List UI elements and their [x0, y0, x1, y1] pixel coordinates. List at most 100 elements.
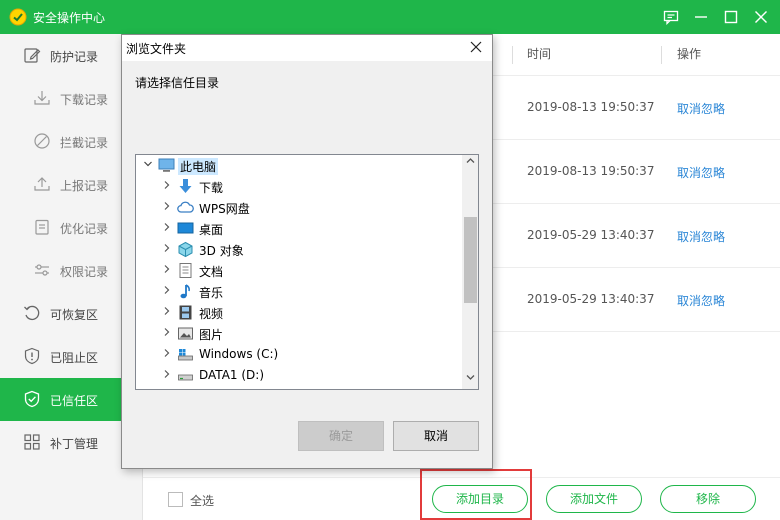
sliders-icon: [35, 264, 49, 276]
tree-item-label: 文档: [199, 265, 224, 279]
tree-item-drive-c[interactable]: Windows (C:): [136, 344, 462, 365]
chevron-right-icon[interactable]: [162, 369, 172, 381]
browse-folder-dialog: 浏览文件夹 请选择信任目录 此电脑 下载 WPS网盘 桌面 3D 对象 文档 音…: [121, 34, 493, 469]
tree-item-label: 下载: [199, 181, 224, 195]
chevron-down-icon[interactable]: [143, 159, 153, 171]
tree-item-drive-d[interactable]: DATA1 (D:): [136, 365, 462, 386]
row-time: 2019-08-13 19:50:37: [527, 164, 655, 178]
download-icon: [34, 91, 50, 105]
tree-item-desktop[interactable]: 桌面: [136, 218, 462, 239]
tree-item-label: WPS网盘: [199, 202, 250, 216]
picture-icon: [178, 327, 193, 340]
sidebar-item-label: 补丁管理: [50, 437, 99, 451]
sidebar-item-label: 下载记录: [60, 93, 109, 107]
chevron-right-icon[interactable]: [162, 201, 172, 213]
sidebar-item-label: 防护记录: [50, 50, 99, 64]
select-all-label[interactable]: 全选: [190, 492, 214, 509]
cancel-ignore-link[interactable]: 取消忽略: [677, 100, 725, 117]
sidebar-item-label: 优化记录: [60, 222, 109, 236]
maximize-button[interactable]: [721, 7, 741, 27]
drive-icon: [178, 374, 193, 381]
folder-tree: 此电脑 下载 WPS网盘 桌面 3D 对象 文档 音乐 视频 图片 Window…: [135, 154, 479, 390]
highlight-annotation: [420, 469, 532, 520]
sidebar-item-label: 拦截记录: [60, 136, 109, 150]
tree-item-label: 图片: [199, 328, 224, 342]
column-header-action: 操作: [677, 47, 702, 61]
column-divider: [512, 46, 513, 64]
edit-icon: [24, 48, 41, 63]
tree-item-downloads[interactable]: 下载: [136, 176, 462, 197]
restore-icon: [24, 305, 40, 321]
sidebar-item-label: 已阻止区: [50, 351, 99, 365]
cancel-button[interactable]: 取消: [393, 421, 479, 451]
tree-item-label: 桌面: [199, 223, 224, 237]
windows-drive-icon: [178, 349, 193, 361]
video-icon: [179, 305, 192, 320]
desktop-icon: [177, 222, 194, 234]
select-all-checkbox[interactable]: [168, 492, 183, 507]
chevron-right-icon[interactable]: [162, 285, 172, 297]
shield-alert-icon: [24, 347, 40, 365]
tree-item-documents[interactable]: 文档: [136, 260, 462, 281]
document-icon: [179, 263, 192, 278]
title-bar: 安全操作中心: [0, 0, 780, 34]
shield-check-icon: [24, 390, 40, 408]
chevron-right-icon[interactable]: [162, 306, 172, 318]
tree-item-label: 此电脑: [178, 158, 219, 175]
clipboard-icon: [35, 219, 49, 235]
tree-item-videos[interactable]: 视频: [136, 302, 462, 323]
column-divider: [661, 46, 662, 64]
dialog-prompt: 请选择信任目录: [135, 76, 220, 90]
sidebar-item-label: 可恢复区: [50, 308, 99, 322]
app-logo-icon: [9, 8, 27, 26]
music-icon: [180, 284, 190, 299]
chevron-right-icon[interactable]: [162, 243, 172, 255]
dialog-close-button[interactable]: [464, 37, 488, 59]
cloud-icon: [177, 201, 194, 213]
computer-icon: [158, 158, 175, 172]
row-time: 2019-05-29 13:40:37: [527, 228, 655, 242]
app-title: 安全操作中心: [33, 11, 106, 25]
cancel-ignore-link[interactable]: 取消忽略: [677, 292, 725, 309]
tree-item-label: 音乐: [199, 286, 224, 300]
tree-item-3d-objects[interactable]: 3D 对象: [136, 239, 462, 260]
download-folder-icon: [179, 179, 192, 193]
tree-item-label: 视频: [199, 307, 224, 321]
minimize-button[interactable]: [691, 7, 711, 27]
add-file-button[interactable]: 添加文件: [546, 485, 642, 513]
tree-item-wps-cloud[interactable]: WPS网盘: [136, 197, 462, 218]
dialog-title: 浏览文件夹: [126, 42, 187, 56]
cancel-ignore-link[interactable]: 取消忽略: [677, 164, 725, 181]
remove-button[interactable]: 移除: [660, 485, 756, 513]
tree-item-this-pc[interactable]: 此电脑: [136, 155, 462, 176]
scroll-up-icon[interactable]: [462, 155, 478, 172]
tree-item-label: Windows (C:): [199, 347, 279, 361]
sidebar-item-label: 已信任区: [50, 394, 99, 408]
scrollbar-thumb[interactable]: [464, 217, 477, 303]
row-time: 2019-08-13 19:50:37: [527, 100, 655, 114]
upload-icon: [34, 177, 50, 191]
column-header-time: 时间: [527, 47, 552, 61]
tree-item-label: 3D 对象: [199, 244, 244, 258]
sidebar-item-label: 权限记录: [60, 265, 109, 279]
scroll-down-icon[interactable]: [462, 372, 478, 389]
sidebar-item-label: 上报记录: [60, 179, 109, 193]
chevron-right-icon[interactable]: [162, 327, 172, 339]
chevron-right-icon[interactable]: [162, 222, 172, 234]
cancel-ignore-link[interactable]: 取消忽略: [677, 228, 725, 245]
chevron-right-icon[interactable]: [162, 264, 172, 276]
grid-icon: [24, 434, 40, 450]
dialog-title-bar: 浏览文件夹: [122, 35, 492, 61]
tree-scrollbar[interactable]: [462, 155, 478, 389]
tree-item-music[interactable]: 音乐: [136, 281, 462, 302]
close-button[interactable]: [751, 7, 771, 27]
chevron-right-icon[interactable]: [162, 348, 172, 360]
row-time: 2019-05-29 13:40:37: [527, 292, 655, 306]
block-icon: [34, 133, 50, 149]
chevron-right-icon[interactable]: [162, 180, 172, 192]
close-icon: [470, 41, 482, 53]
3d-objects-icon: [178, 241, 193, 258]
tree-item-pictures[interactable]: 图片: [136, 323, 462, 344]
feedback-icon[interactable]: [661, 7, 681, 27]
ok-button[interactable]: 确定: [298, 421, 384, 451]
